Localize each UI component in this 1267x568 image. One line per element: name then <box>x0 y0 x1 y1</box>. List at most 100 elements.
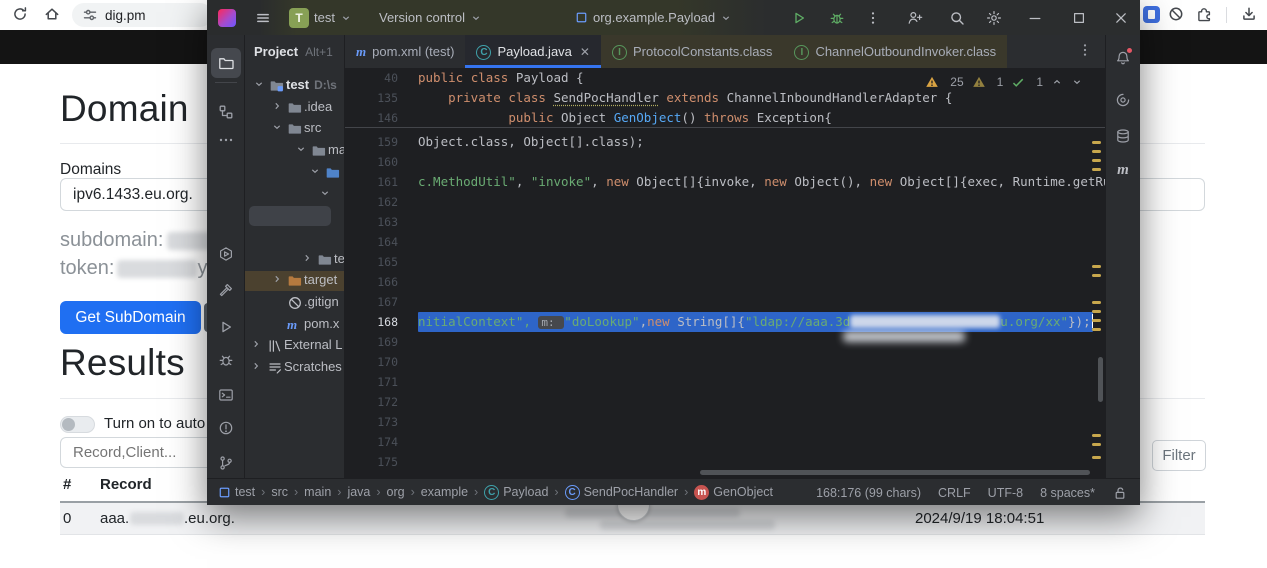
tab-payload-java[interactable]: CPayload.java✕ <box>465 35 601 68</box>
main-menu-icon[interactable] <box>255 0 271 35</box>
next-problem-icon[interactable] <box>1071 76 1083 88</box>
tool-project-folder-button[interactable] <box>211 48 241 78</box>
ignored-icon <box>287 295 303 311</box>
tool-ai-assistant-button[interactable] <box>1108 85 1138 115</box>
tree-item-target[interactable]: target <box>245 271 344 291</box>
line-number: 162 <box>345 192 398 212</box>
editor-area[interactable]: mpom.xml (test)CPayload.java✕IProtocolCo… <box>345 35 1105 478</box>
filter-button[interactable]: Filter <box>1152 440 1206 471</box>
tool-terminal-button[interactable] <box>211 380 241 410</box>
vcs-widget[interactable]: Version control <box>379 0 482 35</box>
line-number: 160 <box>345 152 398 172</box>
project-widget[interactable]: T test <box>289 0 352 35</box>
block-icon[interactable] <box>1168 6 1184 22</box>
tool-run-button[interactable] <box>211 312 241 342</box>
tree-item-row[interactable] <box>245 163 344 183</box>
chevron-right-icon[interactable] <box>271 273 283 285</box>
tree-item-External L[interactable]: External L <box>245 336 344 356</box>
run-icon[interactable] <box>791 0 807 35</box>
tool-build-button[interactable] <box>211 275 241 305</box>
maximize-icon[interactable] <box>1071 0 1087 35</box>
site-settings-icon[interactable] <box>82 7 98 23</box>
tree-item-.idea[interactable]: .idea <box>245 98 344 118</box>
tab-options-icon[interactable] <box>1077 42 1093 58</box>
tab-protocolconstants-class[interactable]: IProtocolConstants.class <box>601 35 783 68</box>
breadcrumb-separator: › <box>554 485 558 499</box>
tree-item-label: External L <box>284 337 343 352</box>
address-bar[interactable]: dig.pm <box>72 3 212 27</box>
tool-problems-button[interactable] <box>211 413 241 443</box>
chevron-right-icon[interactable] <box>271 100 283 112</box>
breadcrumb-item-main[interactable]: main <box>304 485 331 499</box>
chevron-down-icon[interactable] <box>253 78 265 90</box>
breadcrumb-item-java[interactable]: java <box>347 485 370 499</box>
tool-structure-button[interactable] <box>211 97 241 127</box>
auto-refresh-toggle[interactable] <box>60 416 95 433</box>
close-icon[interactable]: ✕ <box>580 45 590 59</box>
tree-selection[interactable] <box>249 206 331 226</box>
code-line: 171 <box>345 372 1105 392</box>
prev-problem-icon[interactable] <box>1051 76 1063 88</box>
breadcrumb-item-src[interactable]: src <box>271 485 288 499</box>
tab-channeloutboundinvoker-class[interactable]: IChannelOutboundInvoker.class <box>783 35 1007 68</box>
breadcrumb-item-test[interactable]: test <box>218 485 255 499</box>
close-icon[interactable] <box>1113 0 1129 35</box>
pinned-extension-icon[interactable] <box>1143 6 1160 23</box>
tree-item-ma[interactable]: ma <box>245 141 344 161</box>
status-168-176-99-chars-[interactable]: 168:176 (99 chars) <box>816 486 921 500</box>
tree-item-Scratches[interactable]: Scratches <box>245 358 344 378</box>
download-icon[interactable] <box>1241 6 1257 22</box>
chevron-down-icon[interactable] <box>319 187 331 199</box>
status-crlf[interactable]: CRLF <box>938 486 971 500</box>
maven-icon: m <box>287 317 297 333</box>
code-area[interactable]: 159Object.class, Object[].class);160161c… <box>345 68 1105 478</box>
breadcrumb-item-payload[interactable]: CPayload <box>484 484 548 500</box>
tab-pom-xml-test-[interactable]: mpom.xml (test) <box>345 35 465 68</box>
status-utf-8[interactable]: UTF-8 <box>988 486 1023 500</box>
tool-notifications-button[interactable] <box>1108 43 1138 73</box>
breadcrumb-item-org[interactable]: org <box>387 485 405 499</box>
tool-services-button[interactable] <box>211 239 241 269</box>
chevron-right-icon[interactable] <box>301 252 313 264</box>
code-with-me-icon[interactable] <box>907 0 923 35</box>
debug-icon[interactable] <box>829 0 845 35</box>
home-icon[interactable] <box>44 6 60 22</box>
tree-item-.gitign[interactable]: .gitign <box>245 293 344 313</box>
get-subdomain-button[interactable]: Get SubDomain <box>60 301 201 334</box>
tree-item-row[interactable] <box>245 185 344 205</box>
breadcrumb-item-sendpochandler[interactable]: CSendPocHandler <box>565 484 679 500</box>
chevron-right-icon[interactable] <box>250 360 262 372</box>
lock-open-icon[interactable] <box>1112 485 1128 501</box>
chevron-down-icon[interactable] <box>295 143 307 155</box>
status-8-spaces-[interactable]: 8 spaces* <box>1040 486 1095 500</box>
vertical-scrollbar[interactable] <box>1098 357 1103 402</box>
breadcrumb-item-genobject[interactable]: mGenObject <box>694 484 773 500</box>
horizontal-scrollbar[interactable] <box>700 470 1090 475</box>
search-everywhere-icon[interactable] <box>949 0 965 35</box>
chevron-down-icon[interactable] <box>309 165 321 177</box>
tree-item-tes[interactable]: tes <box>245 250 344 270</box>
reload-icon[interactable] <box>12 6 28 22</box>
extensions-puzzle-icon[interactable] <box>1196 6 1212 22</box>
col-record: Record <box>100 476 152 493</box>
tool-database-button[interactable] <box>1108 121 1138 151</box>
inspections-widget[interactable]: 25 1 1 <box>925 75 1083 89</box>
project-tool-window: Project Alt+1 testD:\s.ideasrcmatestarge… <box>245 35 345 478</box>
minimize-icon[interactable] <box>1027 0 1043 35</box>
tool-more-button[interactable] <box>211 125 241 155</box>
line-number: 175 <box>345 452 398 472</box>
tree-item-row[interactable] <box>245 228 344 248</box>
tree-item-pom.x[interactable]: mpom.x <box>245 315 344 335</box>
settings-gear-icon[interactable] <box>986 0 1002 35</box>
run-config-widget[interactable]: org.example.Payload <box>575 0 732 35</box>
tree-item-test[interactable]: testD:\s <box>245 76 344 96</box>
chevron-right-icon[interactable] <box>250 338 262 350</box>
chevron-down-icon[interactable] <box>271 121 283 133</box>
tree-item-src[interactable]: src <box>245 119 344 139</box>
tool-maven-tool-button[interactable]: m <box>1108 155 1138 185</box>
breadcrumb-item-example[interactable]: example <box>421 485 468 499</box>
interface-icon: I <box>794 43 809 60</box>
more-actions-icon[interactable] <box>865 0 881 35</box>
tool-git-branch-button[interactable] <box>211 448 241 478</box>
tool-debug-button[interactable] <box>211 345 241 375</box>
